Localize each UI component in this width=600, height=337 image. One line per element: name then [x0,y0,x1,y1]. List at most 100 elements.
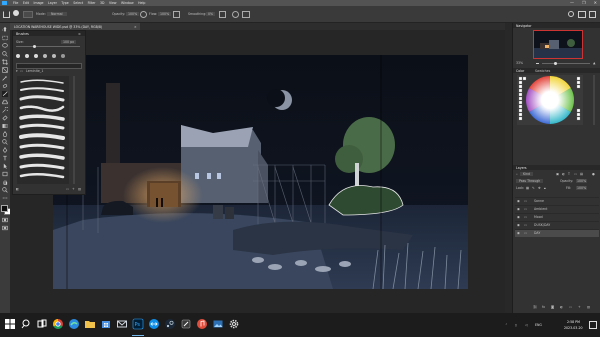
add-mask-icon[interactable]: ◙ [551,305,554,309]
menu-edit[interactable]: Edit [23,1,29,5]
layer-row[interactable]: ◉ ▭ Sonne [515,197,599,205]
size-slider-handle[interactable] [33,45,36,48]
new-group-icon[interactable]: ▭ [569,305,572,309]
flow-input[interactable]: 100% [158,12,172,16]
menu-type[interactable]: Type [61,1,68,5]
frame-tool-icon[interactable] [2,67,8,73]
link-layers-icon[interactable]: ⛓︎ [533,305,537,309]
navigator-title[interactable]: Navigator [516,24,532,28]
color-title[interactable]: Color [516,69,524,73]
menu-layer[interactable]: Layer [48,1,57,5]
menu-file[interactable]: File [13,1,18,5]
language-icon[interactable]: ENG [535,323,542,327]
quick-select-tool-icon[interactable] [2,51,8,57]
zoom-out-icon[interactable] [536,62,539,64]
visibility-eye-icon[interactable]: ◉ [517,199,521,203]
crop-tool-icon[interactable] [2,59,8,65]
angle-icon[interactable] [232,11,239,18]
delete-brush-icon[interactable]: ▥ [78,187,81,191]
smoothing-input[interactable]: 0% [206,12,216,16]
new-brush-icon[interactable]: + [72,187,75,191]
hand-tool-icon[interactable] [2,179,8,185]
share-icon[interactable] [589,11,596,18]
layer-row[interactable]: ◉ ▭ DUSK/DAY [515,221,599,229]
recent-brush-icon[interactable] [16,54,20,58]
wacom-icon[interactable] [180,318,192,330]
layer-row[interactable]: ◉ ▭ Mood [515,213,599,221]
quick-mask-icon[interactable] [2,217,8,223]
clock-time[interactable]: 2:58 PM [567,320,580,324]
swatches-title[interactable]: Swatches [535,69,550,73]
store-icon[interactable] [100,318,112,330]
size-value[interactable]: 100 px [61,40,77,44]
recent-brush-icon[interactable] [61,54,65,58]
airbrush-icon[interactable] [173,11,180,18]
clock-date[interactable]: 2023-03-20 [564,326,583,330]
menu-3d[interactable]: 3D [100,1,104,5]
dodge-tool-icon[interactable] [2,139,8,145]
layers-title[interactable]: Layers [516,166,527,170]
notifications-icon[interactable] [589,321,597,329]
more-tools-icon[interactable] [2,195,8,201]
menu-image[interactable]: Image [34,1,44,5]
lock-move-icon[interactable]: ✥ [538,186,541,190]
path-select-tool-icon[interactable] [2,163,8,169]
menu-help[interactable]: Help [138,1,145,5]
photoshop-icon[interactable]: Ps [132,318,144,330]
recent-brush-icon[interactable] [43,54,47,58]
folder-icon[interactable] [84,318,96,330]
filter-pixel-icon[interactable]: ▣ [556,172,559,176]
gradient-tool-icon[interactable] [2,123,8,129]
teamviewer-icon[interactable] [148,318,160,330]
artwork-canvas[interactable] [53,55,468,289]
home-icon[interactable] [3,11,10,18]
email-icon[interactable] [116,318,128,330]
brush-folder[interactable]: ▾ ▭ Leminite_1 [16,69,80,74]
panel-menu-icon[interactable]: ≡ [78,32,81,36]
brushes-panel-title[interactable]: Brushes [16,32,29,36]
symmetry-icon[interactable] [242,11,250,18]
layer-kind-filter[interactable]: Kind [520,172,534,176]
blur-tool-icon[interactable] [2,131,8,137]
lock-paint-icon[interactable]: ✎ [532,186,535,190]
navigator-thumbnail[interactable] [533,30,583,59]
size-slider[interactable] [16,46,80,47]
marquee-tool-icon[interactable] [2,35,8,41]
layer-style-icon[interactable]: fx [542,305,545,309]
chrome-icon[interactable] [52,318,64,330]
steam-icon[interactable] [164,318,176,330]
visibility-eye-icon[interactable]: ◉ [517,223,521,227]
recent-brush-icon[interactable] [25,54,29,58]
blend-mode-select[interactable]: Pass Through [516,179,544,183]
menu-view[interactable]: View [109,1,117,5]
document-tab[interactable]: LOCATION WAREHOUSE WIDE.psd @ 33% (DAY, … [10,23,140,30]
recent-brush-icon[interactable] [52,54,56,58]
search-icon[interactable] [568,11,574,17]
settings-icon[interactable] [228,318,240,330]
recent-brush-icon[interactable] [34,54,38,58]
filter-smart-icon[interactable]: ▤ [580,172,583,176]
smoothing-options-icon[interactable] [219,11,226,18]
color-scrollbar[interactable] [593,75,595,125]
brush-size-icon[interactable] [23,11,33,18]
navigator-zoom-value[interactable]: 33% [516,61,523,65]
delete-layer-icon[interactable]: ▥ [587,305,590,309]
eraser-tool-icon[interactable] [2,115,8,121]
rectangle-tool-icon[interactable] [2,171,8,177]
start-icon[interactable] [4,318,16,330]
brush-tool-icon[interactable] [2,91,8,97]
network-icon[interactable]: ▯ [515,323,517,327]
music-icon[interactable] [196,318,208,330]
folder-chevron-icon[interactable]: ▾ [16,69,18,73]
pen-tool-icon[interactable] [2,147,8,153]
brush-preset-icon[interactable] [13,10,19,16]
task-view-icon[interactable] [36,318,48,330]
edge-icon[interactable] [68,318,80,330]
visibility-eye-icon[interactable]: ◉ [517,231,521,235]
lock-all-icon[interactable]: 🔒︎ [544,186,546,190]
menu-window[interactable]: Window [121,1,134,5]
zoom-in-icon[interactable]: ▲ [593,61,595,65]
clone-stamp-tool-icon[interactable] [2,99,8,105]
history-brush-tool-icon[interactable] [2,107,8,113]
menu-select[interactable]: Select [73,1,83,5]
